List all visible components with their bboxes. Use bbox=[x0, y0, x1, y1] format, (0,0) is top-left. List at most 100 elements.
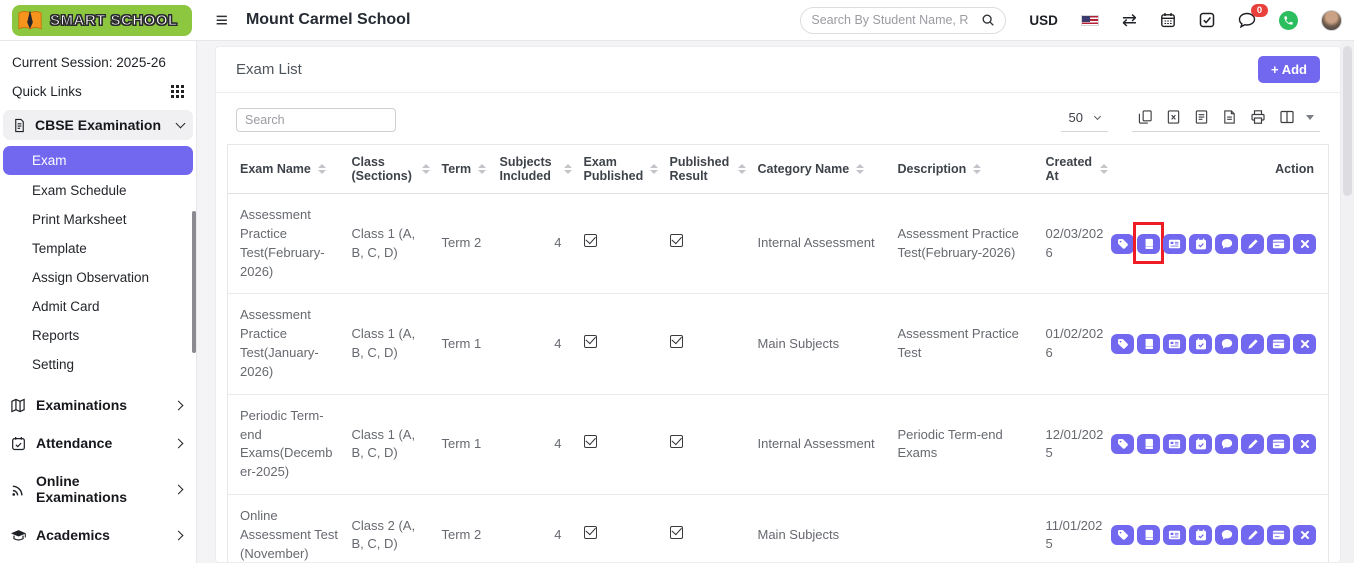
action-id-card-button[interactable] bbox=[1163, 434, 1186, 454]
sidebar-item-annual-calendar[interactable]: Annual Calendar bbox=[0, 554, 196, 563]
whatsapp-icon[interactable] bbox=[1279, 11, 1298, 30]
student-search-input[interactable] bbox=[811, 13, 975, 27]
caret-down-icon[interactable] bbox=[1306, 115, 1314, 120]
checked-checkbox-icon[interactable] bbox=[584, 526, 597, 539]
action-id-card-button[interactable] bbox=[1163, 334, 1186, 354]
action-pencil-button[interactable] bbox=[1241, 525, 1264, 545]
sort-icon[interactable] bbox=[856, 164, 864, 174]
action-comment-button[interactable] bbox=[1215, 525, 1238, 545]
search-icon[interactable] bbox=[981, 13, 995, 27]
sort-icon[interactable] bbox=[318, 164, 326, 174]
action-card-button[interactable] bbox=[1267, 434, 1290, 454]
column-header-description[interactable]: Description bbox=[892, 145, 1040, 194]
column-header-class-sections[interactable]: Class (Sections) bbox=[346, 145, 436, 194]
action-card-button[interactable] bbox=[1267, 234, 1290, 254]
user-avatar[interactable] bbox=[1321, 10, 1342, 31]
action-card-button[interactable] bbox=[1267, 334, 1290, 354]
hamburger-menu-icon[interactable]: ≡ bbox=[216, 10, 228, 31]
action-comment-button[interactable] bbox=[1215, 434, 1238, 454]
action-calendar-check-button[interactable] bbox=[1189, 334, 1212, 354]
column-header-created-at[interactable]: Created At bbox=[1040, 145, 1114, 194]
sidebar-scrollbar[interactable] bbox=[192, 211, 196, 353]
action-book-button[interactable] bbox=[1137, 234, 1160, 254]
sidebar-item-exam-schedule[interactable]: Exam Schedule bbox=[3, 177, 193, 204]
calendar-check-icon bbox=[1195, 438, 1207, 450]
sort-icon[interactable] bbox=[738, 164, 746, 174]
sidebar-item-exam[interactable]: Exam bbox=[3, 146, 193, 175]
checked-checkbox-icon[interactable] bbox=[670, 435, 683, 448]
action-tag-button[interactable] bbox=[1111, 234, 1134, 254]
action-pencil-button[interactable] bbox=[1241, 234, 1264, 254]
action-close-button[interactable] bbox=[1293, 525, 1316, 545]
sort-icon[interactable] bbox=[1100, 164, 1108, 174]
action-tag-button[interactable] bbox=[1111, 525, 1134, 545]
checked-checkbox-icon[interactable] bbox=[670, 234, 683, 247]
column-header-exam-name[interactable]: Exam Name bbox=[228, 145, 346, 194]
sort-icon[interactable] bbox=[422, 164, 430, 174]
checked-checkbox-icon[interactable] bbox=[584, 435, 597, 448]
sidebar-item-admit-card[interactable]: Admit Card bbox=[3, 293, 193, 320]
action-close-button[interactable] bbox=[1293, 234, 1316, 254]
action-comment-button[interactable] bbox=[1215, 334, 1238, 354]
task-check-icon[interactable] bbox=[1199, 12, 1215, 28]
column-header-subjects-included[interactable]: Subjects Included bbox=[494, 145, 578, 194]
add-button[interactable]: + Add bbox=[1258, 56, 1320, 83]
action-card-button[interactable] bbox=[1267, 525, 1290, 545]
quick-links[interactable]: Quick Links bbox=[0, 77, 196, 106]
language-flag-icon[interactable] bbox=[1081, 15, 1099, 26]
page-size-select[interactable]: 50 bbox=[1061, 108, 1108, 132]
checked-checkbox-icon[interactable] bbox=[584, 234, 597, 247]
action-id-card-button[interactable] bbox=[1163, 234, 1186, 254]
pdf-icon[interactable] bbox=[1222, 109, 1237, 125]
sort-icon[interactable] bbox=[564, 164, 572, 174]
checked-checkbox-icon[interactable] bbox=[670, 335, 683, 348]
action-book-button[interactable] bbox=[1137, 434, 1160, 454]
swap-icon[interactable]: ⇄ bbox=[1122, 11, 1137, 29]
print-icon[interactable] bbox=[1250, 109, 1266, 125]
sidebar-item-attendance[interactable]: Attendance bbox=[0, 424, 196, 462]
action-pencil-button[interactable] bbox=[1241, 334, 1264, 354]
columns-icon[interactable] bbox=[1279, 109, 1295, 125]
action-calendar-check-button[interactable] bbox=[1189, 234, 1212, 254]
column-header-action[interactable]: Action bbox=[1114, 145, 1329, 194]
sidebar-item-template[interactable]: Template bbox=[3, 235, 193, 262]
scrollbar-thumb[interactable] bbox=[1343, 46, 1352, 196]
excel-icon[interactable] bbox=[1166, 109, 1181, 125]
sidebar-item-online-examinations[interactable]: Online Examinations bbox=[0, 462, 196, 516]
sidebar-item-print-marksheet[interactable]: Print Marksheet bbox=[3, 206, 193, 233]
sidebar-item-assign-observation[interactable]: Assign Observation bbox=[3, 264, 193, 291]
sort-icon[interactable] bbox=[478, 164, 486, 174]
action-close-button[interactable] bbox=[1293, 334, 1316, 354]
action-pencil-button[interactable] bbox=[1241, 434, 1264, 454]
sort-icon[interactable] bbox=[650, 164, 658, 174]
currency-selector[interactable]: USD bbox=[1029, 13, 1058, 28]
column-header-exam-published[interactable]: Exam Published bbox=[578, 145, 664, 194]
sidebar-item-cbse-examination[interactable]: CBSE Examination bbox=[3, 110, 193, 140]
student-search[interactable] bbox=[800, 7, 1006, 34]
action-tag-button[interactable] bbox=[1111, 434, 1134, 454]
checked-checkbox-icon[interactable] bbox=[670, 526, 683, 539]
column-header-category-name[interactable]: Category Name bbox=[752, 145, 892, 194]
action-close-button[interactable] bbox=[1293, 434, 1316, 454]
action-calendar-check-button[interactable] bbox=[1189, 525, 1212, 545]
action-book-button[interactable] bbox=[1137, 334, 1160, 354]
calendar-icon[interactable] bbox=[1160, 12, 1176, 28]
messages-icon[interactable]: 0 bbox=[1238, 12, 1256, 28]
sidebar-item-setting[interactable]: Setting bbox=[3, 351, 193, 378]
sidebar-item-academics[interactable]: Academics bbox=[0, 516, 196, 554]
file-text-icon[interactable] bbox=[1194, 109, 1209, 125]
action-tag-button[interactable] bbox=[1111, 334, 1134, 354]
page-scrollbar[interactable] bbox=[1341, 41, 1354, 563]
sidebar-item-examinations[interactable]: Examinations bbox=[0, 386, 196, 424]
column-header-published-result[interactable]: Published Result bbox=[664, 145, 752, 194]
action-calendar-check-button[interactable] bbox=[1189, 434, 1212, 454]
table-search-input[interactable] bbox=[236, 108, 396, 132]
copy-icon[interactable] bbox=[1138, 109, 1153, 125]
sort-icon[interactable] bbox=[973, 164, 981, 174]
action-book-button[interactable] bbox=[1137, 525, 1160, 545]
sidebar-item-reports[interactable]: Reports bbox=[3, 322, 193, 349]
action-id-card-button[interactable] bbox=[1163, 525, 1186, 545]
action-comment-button[interactable] bbox=[1215, 234, 1238, 254]
column-header-term[interactable]: Term bbox=[436, 145, 494, 194]
checked-checkbox-icon[interactable] bbox=[584, 335, 597, 348]
